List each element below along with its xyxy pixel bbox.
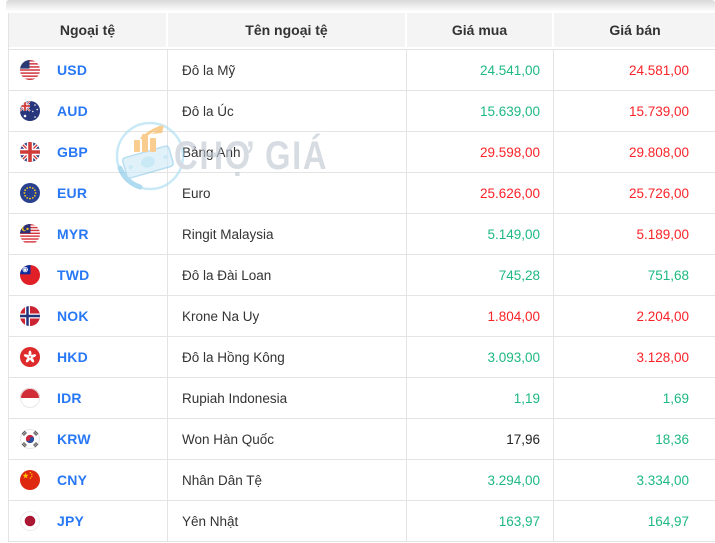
- sell-price: 3.334,00: [636, 472, 689, 488]
- sell-price: 3.128,00: [636, 349, 689, 365]
- currency-name: Nhân Dân Tệ: [182, 472, 263, 488]
- col-header-sell: Giá bán: [554, 13, 715, 47]
- currency-code[interactable]: EUR: [57, 185, 87, 201]
- buy-price: 5.149,00: [487, 226, 540, 242]
- table-row[interactable]: MYR Ringit Malaysia 5.149,00 5.189,00: [9, 214, 715, 255]
- currency-code[interactable]: USD: [57, 62, 87, 78]
- col-header-currency: Ngoại tệ: [9, 13, 168, 47]
- buy-price: 29.598,00: [479, 144, 540, 160]
- col-header-buy: Giá mua: [407, 13, 554, 47]
- currency-code[interactable]: KRW: [57, 431, 91, 447]
- sell-price: 15.739,00: [628, 103, 689, 119]
- currency-code[interactable]: AUD: [57, 103, 88, 119]
- currency-code[interactable]: HKD: [57, 349, 88, 365]
- krw-flag-icon: [20, 429, 40, 449]
- table-row[interactable]: USD Đô la Mỹ 24.541,00 24.581,00: [9, 50, 715, 91]
- currency-name: Yên Nhật: [182, 513, 239, 529]
- table-row[interactable]: JPY Yên Nhật 163,97 164,97: [9, 501, 715, 542]
- idr-flag-icon: [20, 388, 40, 408]
- currency-name: Đô la Đài Loan: [182, 267, 272, 283]
- myr-flag-icon: [20, 224, 40, 244]
- currency-exchange-rate-page: Ngoại tệ Tên ngoại tệ Giá mua Giá bán US…: [0, 0, 715, 543]
- table-row[interactable]: EUR Euro 25.626,00 25.726,00: [9, 173, 715, 214]
- nok-flag-icon: [20, 306, 40, 326]
- currency-name: Euro: [182, 185, 211, 201]
- sell-price: 1,69: [662, 390, 689, 406]
- currency-name: Rupiah Indonesia: [182, 390, 288, 406]
- buy-price: 163,97: [498, 513, 540, 529]
- currency-code[interactable]: NOK: [57, 308, 89, 324]
- buy-price: 3.093,00: [487, 349, 540, 365]
- aud-flag-icon: [20, 101, 40, 121]
- table-row[interactable]: AUD Đô la Úc 15.639,00 15.739,00: [9, 91, 715, 132]
- buy-price: 17,96: [506, 431, 540, 447]
- currency-name: Krone Na Uy: [182, 308, 260, 324]
- usd-flag-icon: [20, 60, 40, 80]
- gbp-flag-icon: [20, 142, 40, 162]
- table-row[interactable]: GBP Bảng Anh 29.598,00 29.808,00: [9, 132, 715, 173]
- jpy-flag-icon: [20, 511, 40, 531]
- exchange-rate-table: Ngoại tệ Tên ngoại tệ Giá mua Giá bán US…: [8, 13, 715, 542]
- currency-name: Ringit Malaysia: [182, 226, 274, 242]
- sell-price: 18,36: [655, 431, 689, 447]
- currency-code[interactable]: CNY: [57, 472, 87, 488]
- sell-price: 24.581,00: [628, 62, 689, 78]
- table-row[interactable]: KRW Won Hàn Quốc 17,96 18,36: [9, 419, 715, 460]
- sell-price: 2.204,00: [636, 308, 689, 324]
- top-divider: [6, 0, 715, 11]
- currency-name: Đô la Hồng Kông: [182, 349, 285, 365]
- currency-name: Đô la Mỹ: [182, 62, 236, 78]
- currency-code[interactable]: JPY: [57, 513, 84, 529]
- currency-name: Won Hàn Quốc: [182, 431, 275, 447]
- sell-price: 164,97: [647, 513, 689, 529]
- sell-price: 29.808,00: [628, 144, 689, 160]
- sell-price: 751,68: [647, 267, 689, 283]
- currency-name: Đô la Úc: [182, 103, 234, 119]
- twd-flag-icon: [20, 265, 40, 285]
- table-row[interactable]: NOK Krone Na Uy 1.804,00 2.204,00: [9, 296, 715, 337]
- buy-price: 3.294,00: [487, 472, 540, 488]
- hkd-flag-icon: [20, 347, 40, 367]
- sell-price: 25.726,00: [628, 185, 689, 201]
- currency-code[interactable]: GBP: [57, 144, 88, 160]
- table-row[interactable]: CNY Nhân Dân Tệ 3.294,00 3.334,00: [9, 460, 715, 501]
- currency-code[interactable]: IDR: [57, 390, 82, 406]
- buy-price: 15.639,00: [479, 103, 540, 119]
- eur-flag-icon: [20, 183, 40, 203]
- col-header-name: Tên ngoại tệ: [168, 13, 407, 47]
- table-row[interactable]: HKD Đô la Hồng Kông 3.093,00 3.128,00: [9, 337, 715, 378]
- cny-flag-icon: [20, 470, 40, 490]
- buy-price: 1.804,00: [487, 308, 540, 324]
- buy-price: 24.541,00: [479, 62, 540, 78]
- buy-price: 25.626,00: [479, 185, 540, 201]
- buy-price: 745,28: [498, 267, 540, 283]
- table-header: Ngoại tệ Tên ngoại tệ Giá mua Giá bán: [9, 13, 715, 47]
- table-body: USD Đô la Mỹ 24.541,00 24.581,00 AUD Đô …: [9, 49, 715, 542]
- currency-name: Bảng Anh: [182, 144, 241, 160]
- sell-price: 5.189,00: [636, 226, 689, 242]
- currency-code[interactable]: TWD: [57, 267, 89, 283]
- currency-code[interactable]: MYR: [57, 226, 89, 242]
- buy-price: 1,19: [513, 390, 540, 406]
- table-row[interactable]: IDR Rupiah Indonesia 1,19 1,69: [9, 378, 715, 419]
- table-row[interactable]: TWD Đô la Đài Loan 745,28 751,68: [9, 255, 715, 296]
